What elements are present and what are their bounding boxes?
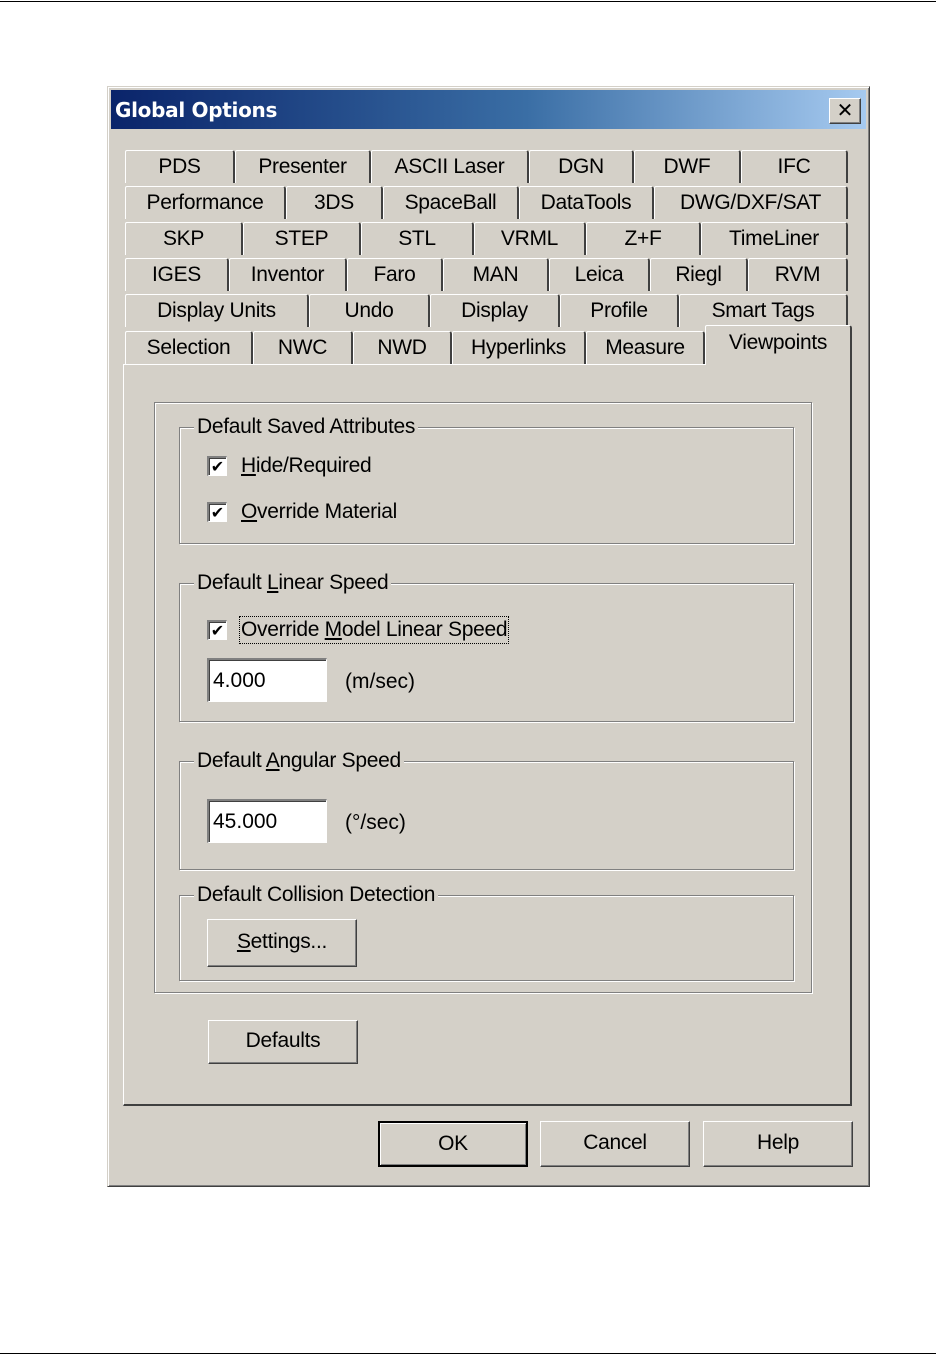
- tab-inventor[interactable]: Inventor: [229, 258, 347, 291]
- override-material-label: Override Material: [241, 500, 397, 523]
- override-linear-speed-label: Override Model Linear Speed: [238, 616, 510, 644]
- linear-speed-group: Default Linear Speed ✔ Override Model Li…: [179, 570, 794, 722]
- tab-ifc[interactable]: IFC: [741, 150, 848, 183]
- tab-performance[interactable]: Performance: [125, 186, 286, 219]
- tab-presenter[interactable]: Presenter: [235, 150, 371, 183]
- angular-speed-unit: (°/sec): [345, 811, 406, 834]
- override-material-option[interactable]: ✔ Override Material: [207, 500, 397, 524]
- hide-required-checkbox[interactable]: ✔: [207, 456, 227, 476]
- tab-undo[interactable]: Undo: [309, 294, 430, 327]
- tab-step[interactable]: STEP: [243, 222, 361, 255]
- tab-hyperlinks[interactable]: Hyperlinks: [452, 331, 586, 364]
- viewpoints-tab-panel: Default Saved Attributes ✔ Hide/Required…: [123, 364, 852, 1106]
- override-material-checkbox[interactable]: ✔: [207, 502, 227, 522]
- tab-leica[interactable]: Leica: [549, 258, 650, 291]
- page-bottom-rule: [0, 1353, 936, 1354]
- settings-button[interactable]: Settings...: [207, 919, 357, 967]
- angular-speed-title: Default Angular Speed: [194, 748, 404, 774]
- viewpoints-options-frame: Default Saved Attributes ✔ Hide/Required…: [154, 402, 812, 993]
- tab-timeliner[interactable]: TimeLiner: [701, 222, 848, 255]
- tab-viewpoints[interactable]: Viewpoints: [705, 325, 852, 365]
- defaults-button[interactable]: Defaults: [208, 1020, 358, 1064]
- override-linear-speed-option[interactable]: ✔ Override Model Linear Speed: [207, 616, 510, 644]
- angular-speed-input[interactable]: [207, 799, 327, 843]
- tab-nwd[interactable]: NWD: [353, 331, 452, 364]
- tab-display-units[interactable]: Display Units: [125, 294, 309, 327]
- tab-nwc[interactable]: NWC: [253, 331, 353, 364]
- ok-button[interactable]: OK: [378, 1121, 528, 1167]
- linear-speed-title: Default Linear Speed: [194, 570, 392, 596]
- tab-zf[interactable]: Z+F: [586, 222, 701, 255]
- checkmark-icon: ✔: [210, 457, 225, 476]
- tab-spaceball[interactable]: SpaceBall: [383, 186, 519, 219]
- tab-pds[interactable]: PDS: [125, 150, 235, 183]
- tab-profile[interactable]: Profile: [560, 294, 679, 327]
- checkmark-icon: ✔: [210, 621, 225, 640]
- tab-measure[interactable]: Measure: [586, 331, 705, 364]
- tab-iges[interactable]: IGES: [125, 258, 229, 291]
- override-linear-speed-checkbox[interactable]: ✔: [207, 620, 227, 640]
- tab-smart-tags[interactable]: Smart Tags: [679, 294, 848, 327]
- tab-riegl[interactable]: Riegl: [650, 258, 748, 291]
- tab-skp[interactable]: SKP: [125, 222, 243, 255]
- dialog-title: Global Options: [115, 98, 278, 122]
- hide-required-option[interactable]: ✔ Hide/Required: [207, 454, 372, 478]
- angular-speed-group: Default Angular Speed (°/sec): [179, 748, 794, 870]
- hide-required-label: Hide/Required: [241, 454, 372, 477]
- tab-vrml[interactable]: VRML: [474, 222, 586, 255]
- cancel-button[interactable]: Cancel: [540, 1121, 690, 1167]
- collision-detection-group: Default Collision Detection Settings...: [179, 882, 794, 981]
- help-button[interactable]: Help: [703, 1121, 853, 1167]
- tab-datatools[interactable]: DataTools: [519, 186, 654, 219]
- collision-detection-title: Default Collision Detection: [194, 882, 439, 908]
- checkmark-icon: ✔: [210, 503, 225, 522]
- linear-speed-unit: (m/sec): [345, 670, 415, 693]
- saved-attributes-title: Default Saved Attributes: [194, 414, 419, 440]
- title-bar[interactable]: Global Options ✕: [111, 90, 866, 129]
- tab-rvm[interactable]: RVM: [748, 258, 848, 291]
- tab-display[interactable]: Display: [430, 294, 560, 327]
- tab-faro[interactable]: Faro: [347, 258, 443, 291]
- tab-ascii-laser[interactable]: ASCII Laser: [371, 150, 529, 183]
- close-button[interactable]: ✕: [829, 98, 861, 124]
- saved-attributes-group: Default Saved Attributes ✔ Hide/Required…: [179, 414, 794, 544]
- page-top-rule: [0, 1, 936, 2]
- tab-selection[interactable]: Selection: [125, 331, 253, 364]
- tab-stl[interactable]: STL: [361, 222, 474, 255]
- tab-dwf[interactable]: DWF: [634, 150, 741, 183]
- global-options-dialog: Global Options ✕ PDS Presenter ASCII Las…: [107, 86, 870, 1187]
- linear-speed-input[interactable]: [207, 658, 327, 702]
- tab-man[interactable]: MAN: [443, 258, 549, 291]
- close-icon: ✕: [836, 98, 854, 122]
- tab-dgn[interactable]: DGN: [529, 150, 634, 183]
- tab-3ds[interactable]: 3DS: [286, 186, 383, 219]
- tab-dwg-dxf-sat[interactable]: DWG/DXF/SAT: [654, 186, 848, 219]
